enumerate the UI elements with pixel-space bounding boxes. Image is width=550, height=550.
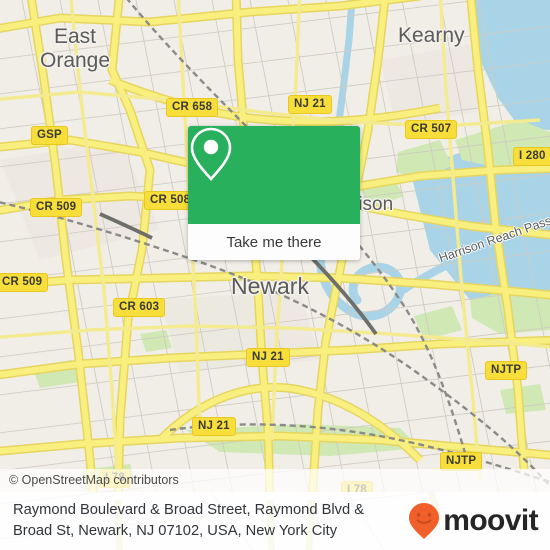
road-shield-njtp-a: NJTP: [485, 361, 528, 380]
place-label-east-orange: East Orange: [40, 25, 110, 73]
road-shield-cr509-a: CR 509: [30, 198, 83, 217]
map-pin-icon: [190, 127, 232, 181]
take-me-there-button[interactable]: Take me there: [188, 224, 360, 260]
road-shield-nj21-a: NJ 21: [288, 95, 332, 114]
road-shield-cr658: CR 658: [166, 98, 219, 117]
place-label-kearny: Kearny: [398, 24, 465, 47]
place-label-line: East: [54, 25, 97, 48]
map-canvas[interactable]: East Orange Kearny Newark rison Harrison…: [0, 0, 550, 492]
footer-bar: Raymond Boulevard & Broad Street, Raymon…: [0, 492, 550, 550]
moovit-map-screenshot: East Orange Kearny Newark rison Harrison…: [0, 0, 550, 550]
road-shield-cr509-b: CR 509: [0, 273, 49, 292]
osm-attribution: © OpenStreetMap contributors: [0, 469, 550, 492]
road-shield-nj21-c: NJ 21: [192, 417, 236, 436]
address-line-1: Raymond Boulevard & Broad Street, Raymon…: [13, 502, 365, 518]
road-shield-nj21-b: NJ 21: [246, 348, 290, 367]
moovit-pin-icon: [409, 503, 440, 539]
address-line-2: Broad St, Newark, NJ 07102, USA, New Yor…: [13, 523, 338, 539]
destination-address: Raymond Boulevard & Broad Street, Raymon…: [13, 500, 400, 542]
road-shield-cr603: CR 603: [113, 298, 166, 317]
road-shield-cr507: CR 507: [405, 120, 458, 139]
road-shield-i280: I 280: [513, 147, 550, 166]
moovit-wordmark: moovit: [443, 504, 538, 537]
destination-card-header: [188, 126, 360, 224]
destination-card[interactable]: Take me there: [188, 126, 360, 260]
moovit-logo[interactable]: moovit: [408, 502, 539, 540]
place-label-newark: Newark: [231, 273, 309, 299]
road-shield-gsp: GSP: [31, 126, 68, 145]
place-label-line: Orange: [40, 49, 111, 72]
